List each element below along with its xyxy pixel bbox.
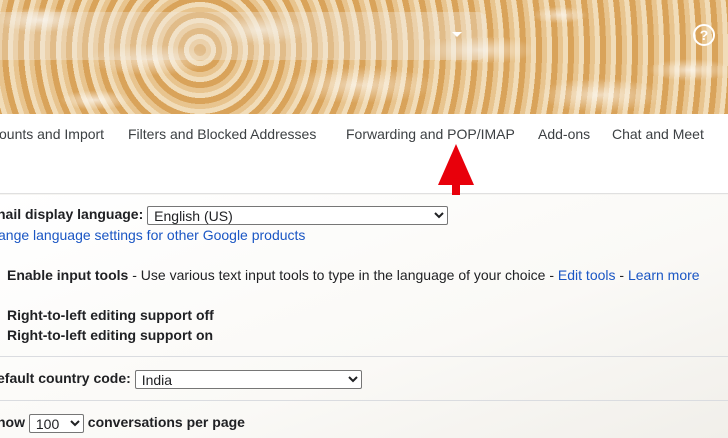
page-size-select[interactable]: 100 (28, 414, 84, 433)
page-size-suffix: conversations per page (87, 414, 245, 431)
tab-add-ons[interactable]: Add-ons (538, 126, 590, 142)
display-language-select[interactable]: English (US) (147, 206, 449, 225)
display-language-label: nail display language: (0, 206, 144, 223)
tab-filters-and-blocked-addresses[interactable]: Filters and Blocked Addresses (128, 126, 316, 142)
input-tools-label[interactable]: Enable input tools (7, 267, 128, 283)
learn-more-link[interactable]: Learn more (628, 267, 700, 283)
input-tools-row: Enable input tools - Use various text in… (7, 267, 700, 283)
link-separator: - (615, 267, 628, 283)
country-code-row: efault country code: India (0, 370, 362, 389)
settings-content: nail display language: English (US) ange… (0, 195, 728, 438)
input-tools-description: - Use various text input tools to type i… (128, 267, 558, 283)
country-code-select[interactable]: India (134, 370, 362, 389)
display-language-row: nail display language: English (US) (0, 206, 449, 225)
change-language-link[interactable]: ange language settings for other Google … (0, 227, 305, 243)
page-size-row: now 100 conversations per page (0, 414, 245, 433)
search-bar[interactable] (0, 12, 486, 60)
settings-tabs: ounts and Import Filters and Blocked Add… (0, 114, 728, 194)
rtl-off-option[interactable]: Right-to-left editing support off (7, 307, 214, 323)
help-icon[interactable]: ? (693, 24, 715, 46)
section-divider (0, 400, 728, 401)
tab-chat-and-meet[interactable]: Chat and Meet (612, 126, 704, 142)
section-divider (0, 356, 728, 357)
edit-tools-link[interactable]: Edit tools (558, 267, 616, 283)
tab-accounts-and-import[interactable]: ounts and Import (0, 126, 104, 142)
page-size-prefix: now (0, 414, 25, 431)
search-options-icon[interactable] (452, 32, 462, 37)
header-background: ? (0, 0, 728, 114)
country-code-label: efault country code: (0, 370, 131, 387)
rtl-on-option[interactable]: Right-to-left editing support on (7, 327, 213, 343)
